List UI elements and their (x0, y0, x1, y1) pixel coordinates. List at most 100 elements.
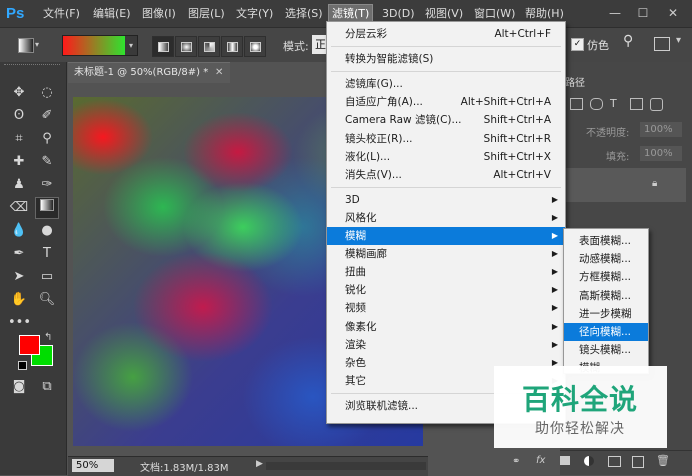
minimize-button[interactable]: — (604, 3, 626, 23)
opacity-field[interactable]: 100% (640, 122, 682, 137)
zoom-tool-icon[interactable]: 🔍︎ (36, 290, 58, 310)
eyedropper-tool-icon[interactable]: ⚲ (36, 129, 58, 149)
foreground-color-swatch[interactable] (19, 335, 40, 355)
menu-1[interactable]: 编辑(E) (90, 5, 134, 22)
pen-tool-icon[interactable]: ✒ (8, 244, 30, 264)
radial-gradient-button[interactable] (175, 36, 197, 57)
marquee-tool-icon[interactable]: ◌ (36, 83, 58, 103)
path-select-tool-icon[interactable]: ➤ (8, 267, 30, 287)
filter-menu-item[interactable]: 模糊 ▶ (327, 227, 565, 245)
filter-menu-item[interactable]: 风格化 ▶ (327, 209, 565, 227)
menu-4[interactable]: 文字(Y) (233, 5, 276, 22)
rectangle-tool-icon[interactable]: ▭ (36, 267, 58, 287)
menu-2[interactable]: 图像(I) (139, 5, 179, 22)
close-button[interactable]: ✕ (662, 3, 684, 23)
document-info: 文档:1.83M/1.83M (140, 463, 229, 474)
more-tools-icon[interactable]: ••• (8, 313, 31, 333)
gradient-editor[interactable]: ▾ (62, 35, 138, 56)
link-layers-icon[interactable]: ⚭ (512, 456, 520, 467)
add-mask-icon[interactable] (560, 456, 570, 465)
quick-mask-icon[interactable]: ◙ (8, 377, 30, 397)
menu-7[interactable]: 3D(D) (379, 5, 418, 22)
new-layer-icon[interactable] (632, 456, 644, 468)
move-tool-icon[interactable]: ✥ (8, 83, 30, 103)
status-arrow-icon[interactable]: ▶ (256, 459, 263, 469)
photoshop-logo: Ps (6, 5, 25, 22)
zoom-field[interactable]: 50% (72, 459, 114, 472)
menu-6[interactable]: 滤镜(T) (327, 4, 374, 23)
menu-0[interactable]: 文件(F) (40, 5, 83, 22)
blur-tool-icon[interactable]: 💧 (8, 221, 30, 241)
filter-menu-item[interactable]: 锐化 ▶ (327, 281, 565, 299)
filter-menu-item[interactable]: 渲染 ▶ (327, 336, 565, 354)
gradient-tool-preset[interactable]: ▾ (18, 36, 44, 54)
shape-filter-icon[interactable] (630, 98, 643, 110)
fill-field[interactable]: 100% (640, 146, 682, 161)
blur-submenu-item[interactable]: 进一步模糊 (564, 305, 648, 323)
swap-colors-icon[interactable]: ↰ (44, 332, 52, 343)
filter-menu-item[interactable]: 扭曲 ▶ (327, 263, 565, 281)
paths-tab[interactable]: 路径 (565, 74, 585, 89)
screen-mode-icon[interactable]: ⧉ (36, 377, 58, 397)
blur-submenu-item[interactable]: 镜头模糊... (564, 341, 648, 359)
filter-menu-item[interactable]: 自适应广角(A)... Alt+Shift+Ctrl+A (327, 93, 565, 111)
clone-stamp-tool-icon[interactable]: ♟ (8, 175, 30, 195)
toolbar-grip[interactable] (4, 64, 60, 68)
delete-layer-icon[interactable]: 🗑︎ (656, 454, 670, 467)
menu-8[interactable]: 视图(V) (422, 5, 466, 22)
smart-object-filter-icon[interactable] (650, 98, 663, 111)
blur-submenu-item[interactable]: 动感模糊... (564, 250, 648, 268)
layer-row[interactable]: 🔒︎ (566, 168, 686, 202)
blur-submenu-item[interactable]: 表面模糊... (564, 232, 648, 250)
search-icon[interactable]: ⚲ (623, 33, 633, 49)
pixel-filter-icon[interactable] (570, 98, 583, 110)
filter-menu-item[interactable]: 分层云彩 Alt+Ctrl+F (327, 25, 565, 43)
quick-select-tool-icon[interactable]: ✐ (36, 106, 58, 126)
fx-icon[interactable]: fx (536, 455, 545, 466)
adjustment-filter-icon[interactable] (590, 98, 603, 110)
menu-5[interactable]: 选择(S) (282, 5, 326, 22)
filter-menu-item[interactable]: 镜头校正(R)... Shift+Ctrl+R (327, 130, 565, 148)
blur-submenu-item[interactable]: 方框模糊... (564, 268, 648, 286)
history-brush-tool-icon[interactable]: ✑ (36, 175, 58, 195)
gradient-tool-icon[interactable] (35, 197, 59, 219)
dodge-tool-icon[interactable]: ● (36, 221, 58, 241)
horizontal-scrollbar[interactable] (266, 462, 426, 470)
blur-submenu-item[interactable]: 高斯模糊... (564, 287, 648, 305)
filter-menu-item[interactable]: 转换为智能滤镜(S) (327, 50, 565, 68)
new-group-icon[interactable] (608, 456, 621, 467)
workspace-chevron-icon[interactable]: ▾ (676, 35, 681, 46)
simulate-checkbox[interactable]: ✓ (571, 38, 584, 51)
linear-gradient-button[interactable] (152, 36, 174, 57)
brush-tool-icon[interactable]: ✎ (36, 152, 58, 172)
lasso-tool-icon[interactable]: ʘ (8, 106, 30, 126)
type-tool-icon[interactable]: T (36, 244, 58, 264)
filter-menu-item[interactable]: 滤镜库(G)... (327, 75, 565, 93)
filter-menu-item[interactable]: 液化(L)... Shift+Ctrl+X (327, 148, 565, 166)
filter-menu-item[interactable]: 视频 ▶ (327, 299, 565, 317)
adjustment-layer-icon[interactable] (584, 456, 594, 466)
eraser-tool-icon[interactable]: ⌫ (8, 198, 30, 218)
crop-tool-icon[interactable]: ⌗ (8, 129, 30, 149)
blur-submenu-item[interactable]: 径向模糊... (564, 323, 648, 341)
filter-menu-item[interactable]: Camera Raw 滤镜(C)... Shift+Ctrl+A (327, 111, 565, 129)
hand-tool-icon[interactable]: ✋ (8, 290, 30, 310)
close-tab-icon[interactable]: ✕ (215, 63, 223, 83)
filter-menu-item[interactable]: 3D ▶ (327, 191, 565, 209)
menu-10[interactable]: 帮助(H) (522, 5, 567, 22)
menu-9[interactable]: 窗口(W) (471, 5, 518, 22)
healing-brush-tool-icon[interactable]: ✚ (8, 152, 30, 172)
filter-menu-item[interactable]: 模糊画廊 ▶ (327, 245, 565, 263)
reflected-gradient-button[interactable] (221, 36, 243, 57)
filter-menu-item[interactable]: 像素化 ▶ (327, 318, 565, 336)
maximize-button[interactable]: ☐ (632, 3, 654, 23)
angle-gradient-button[interactable] (198, 36, 220, 57)
menu-item-label: 转换为智能滤镜(S) (345, 53, 434, 66)
document-tab[interactable]: 未标题-1 @ 50%(RGB/8#) * ✕ (68, 62, 230, 83)
default-colors-icon[interactable] (18, 361, 27, 370)
menu-3[interactable]: 图层(L) (185, 5, 228, 22)
diamond-gradient-button[interactable] (244, 36, 266, 57)
workspace-icon[interactable] (654, 37, 670, 51)
filter-menu-item[interactable]: 消失点(V)... Alt+Ctrl+V (327, 166, 565, 184)
type-filter-icon[interactable]: T (610, 97, 617, 110)
